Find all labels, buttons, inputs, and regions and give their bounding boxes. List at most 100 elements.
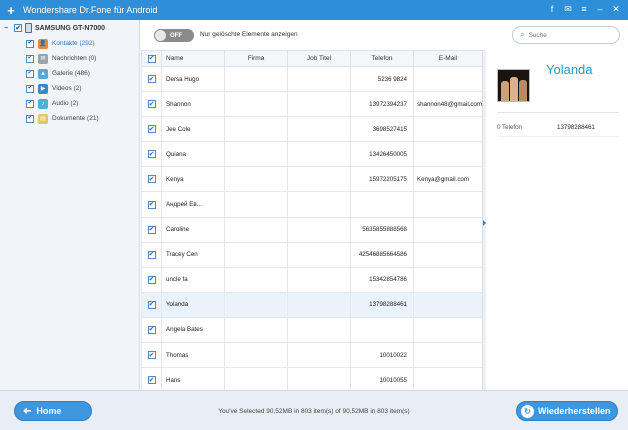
row-checkbox[interactable]: ✔ bbox=[147, 376, 156, 385]
category-checkbox[interactable]: ✔ bbox=[26, 39, 34, 48]
search-icon: ⌕ bbox=[520, 30, 525, 39]
row-checkbox[interactable]: ✔ bbox=[147, 225, 156, 234]
cell-select[interactable]: ✔ bbox=[141, 166, 162, 193]
deleted-only-toggle[interactable]: OFF bbox=[154, 29, 194, 42]
category-checkbox[interactable]: ✔ bbox=[26, 84, 34, 93]
cell-firma bbox=[224, 291, 288, 318]
cell-firma bbox=[224, 241, 288, 268]
cell-telefon: 42546885664586 bbox=[350, 241, 414, 268]
column-header-firma[interactable]: Firma bbox=[224, 50, 288, 67]
table-row[interactable]: ✔ Angela Bates bbox=[141, 316, 482, 344]
cell-job-title bbox=[287, 166, 351, 193]
cell-select[interactable]: ✔ bbox=[141, 216, 162, 243]
cell-name: Андрей Ев... bbox=[161, 191, 225, 218]
row-checkbox[interactable]: ✔ bbox=[147, 300, 156, 309]
cell-telefon bbox=[350, 191, 414, 218]
sidebar-item-label: Nachrichten (0) bbox=[52, 55, 97, 62]
category-checkbox[interactable]: ✔ bbox=[26, 69, 34, 78]
sidebar-item-audio[interactable]: ✔ ♪ Audio (2) bbox=[0, 96, 139, 111]
cell-telefon: 3698527415 bbox=[350, 116, 414, 143]
facebook-icon[interactable]: f bbox=[546, 3, 558, 15]
table-row[interactable]: ✔ uncle fa 15342854786 bbox=[141, 266, 482, 293]
sidebar-item-documents[interactable]: ✔ ▤ Dokumente (21) bbox=[0, 111, 139, 126]
column-header-name[interactable]: Name bbox=[161, 50, 225, 67]
cell-select[interactable]: ✔ bbox=[141, 316, 162, 344]
row-checkbox[interactable]: ✔ bbox=[147, 100, 156, 109]
cell-job-title bbox=[287, 216, 351, 243]
cell-select[interactable]: ✔ bbox=[141, 91, 162, 118]
cell-select[interactable]: ✔ bbox=[141, 65, 162, 93]
header-select-all[interactable]: ✔ bbox=[141, 50, 162, 67]
cell-job-title bbox=[287, 141, 351, 168]
cell-select[interactable]: ✔ bbox=[141, 141, 162, 168]
toggle-hint: Nur gelöschte Elemente anzeigen bbox=[200, 31, 298, 38]
table-row[interactable]: ✔ Quiana 13426450005 bbox=[141, 141, 482, 168]
cell-email bbox=[413, 291, 482, 318]
category-checkbox[interactable]: ✔ bbox=[26, 114, 34, 123]
row-checkbox[interactable]: ✔ bbox=[147, 150, 156, 159]
table-row[interactable]: ✔ Dersa Hugo 5236 9824 bbox=[141, 65, 482, 93]
sidebar-item-messages[interactable]: ✔ ✉ Nachrichten (0) bbox=[0, 51, 139, 66]
row-checkbox[interactable]: ✔ bbox=[147, 200, 156, 209]
toggle-knob bbox=[155, 30, 166, 41]
menu-icon[interactable]: ≡ bbox=[578, 3, 590, 15]
row-checkbox[interactable]: ✔ bbox=[147, 351, 156, 360]
contacts-table: ✔ Name Firma Job Titel Telefon E-Mail ✔ D… bbox=[141, 50, 482, 390]
table-row[interactable]: ✔ Tracey Cen 42546885664586 bbox=[141, 241, 482, 268]
cell-telefon: 13798288461 bbox=[350, 291, 414, 318]
collapse-icon[interactable]: − bbox=[4, 25, 11, 32]
phone-icon bbox=[25, 23, 32, 33]
restore-button[interactable]: ↻ Wiederherstellen bbox=[516, 401, 618, 421]
sidebar-item-gallery[interactable]: ✔ ▲ Galerie (486) bbox=[0, 66, 139, 81]
row-checkbox[interactable]: ✔ bbox=[147, 125, 156, 134]
table-row[interactable]: ✔ Kenya 15972205175 Kenya@gmail.com bbox=[141, 166, 482, 193]
table-row[interactable]: ✔ Caroline 5635855888568 bbox=[141, 216, 482, 243]
cell-telefon: 15972205175 bbox=[350, 166, 414, 193]
cell-select[interactable]: ✔ bbox=[141, 266, 162, 293]
device-name: SAMSUNG GT-N7000 bbox=[35, 24, 106, 32]
cell-email: Kenya@gmail.com bbox=[413, 166, 482, 193]
column-header-email[interactable]: E-Mail bbox=[413, 50, 482, 67]
title-bar: + Wondershare Dr.Fone für Android f ✉ ≡ – ✕ bbox=[0, 0, 628, 20]
cell-job-title bbox=[287, 241, 351, 268]
splitter-arrow-icon[interactable] bbox=[483, 220, 486, 226]
column-header-telefon[interactable]: Telefon bbox=[350, 50, 414, 67]
search-box[interactable]: ⌕ bbox=[512, 26, 620, 44]
cell-name: Hans bbox=[161, 367, 225, 390]
table-row[interactable]: ✔ Thomas 10010022 bbox=[141, 342, 482, 369]
table-row[interactable]: ✔ Yolanda 13798288461 bbox=[141, 291, 482, 318]
column-header-job-title[interactable]: Job Titel bbox=[287, 50, 351, 67]
sidebar-item-videos[interactable]: ✔ ▶ Videos (2) bbox=[0, 81, 139, 96]
feedback-icon[interactable]: ✉ bbox=[562, 3, 574, 15]
cell-select[interactable]: ✔ bbox=[141, 291, 162, 318]
table-row[interactable]: ✔ Jee Cole 3698527415 bbox=[141, 116, 482, 143]
detail-divider bbox=[497, 136, 619, 137]
category-checkbox[interactable]: ✔ bbox=[26, 54, 34, 63]
sidebar-item-contacts[interactable]: ✔ 👤 Kontakte (292) bbox=[0, 36, 139, 51]
table-row[interactable]: ✔ Андрей Ев... bbox=[141, 191, 482, 218]
row-checkbox[interactable]: ✔ bbox=[147, 325, 156, 334]
select-all-checkbox[interactable]: ✔ bbox=[147, 54, 156, 63]
detail-contact-name: Yolanda bbox=[546, 62, 593, 77]
cell-select[interactable]: ✔ bbox=[141, 116, 162, 143]
cell-email bbox=[413, 65, 482, 93]
panel-splitter[interactable] bbox=[482, 50, 486, 390]
cell-select[interactable]: ✔ bbox=[141, 241, 162, 268]
row-checkbox[interactable]: ✔ bbox=[147, 250, 156, 259]
row-checkbox[interactable]: ✔ bbox=[147, 75, 156, 84]
sidebar-item-label: Galerie (486) bbox=[52, 70, 90, 77]
row-checkbox[interactable]: ✔ bbox=[147, 175, 156, 184]
table-row[interactable]: ✔ Hans 10010055 bbox=[141, 367, 482, 390]
search-input[interactable] bbox=[528, 31, 609, 39]
table-row[interactable]: ✔ Shannon 13972394237 shannon48@gmail.com bbox=[141, 91, 482, 118]
row-checkbox[interactable]: ✔ bbox=[147, 275, 156, 284]
cell-firma bbox=[224, 216, 288, 243]
cell-select[interactable]: ✔ bbox=[141, 367, 162, 390]
device-row[interactable]: − ✔ SAMSUNG GT-N7000 bbox=[0, 20, 139, 36]
device-checkbox[interactable]: ✔ bbox=[14, 24, 22, 32]
close-icon[interactable]: ✕ bbox=[610, 3, 622, 15]
minimize-icon[interactable]: – bbox=[594, 3, 606, 15]
cell-select[interactable]: ✔ bbox=[141, 191, 162, 218]
category-checkbox[interactable]: ✔ bbox=[26, 99, 34, 108]
cell-select[interactable]: ✔ bbox=[141, 342, 162, 369]
